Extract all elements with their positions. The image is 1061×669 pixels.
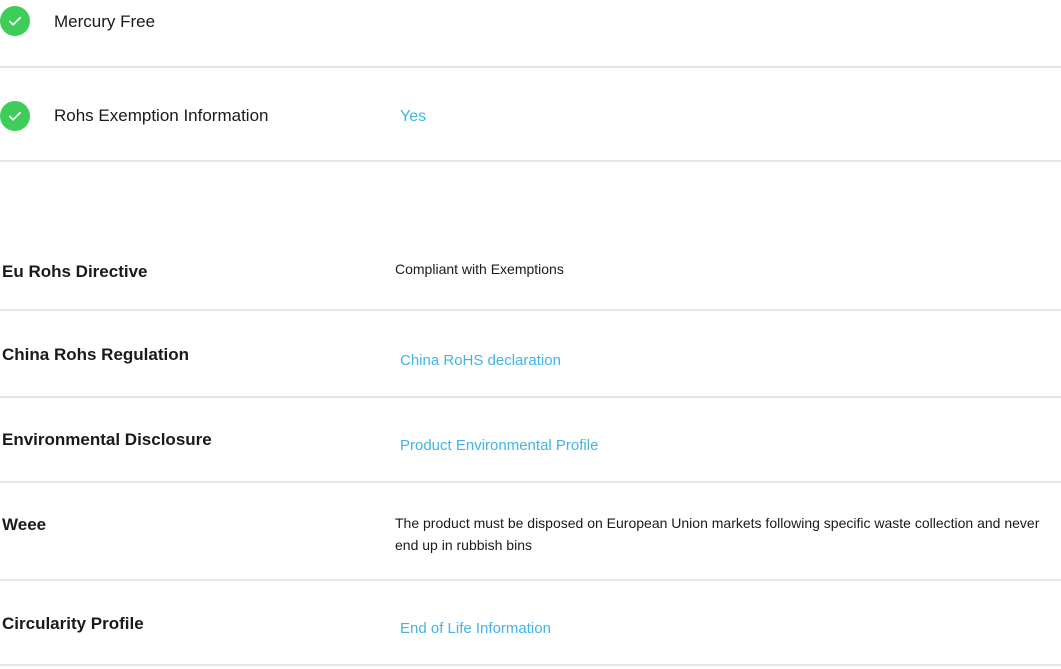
divider — [0, 481, 1061, 483]
divider — [0, 396, 1061, 398]
mercury-free-label: Mercury Free — [54, 12, 156, 31]
check-circle-icon — [0, 6, 30, 36]
product-environmental-profile-link[interactable]: Product Environmental Profile — [400, 437, 598, 454]
divider — [0, 160, 1061, 162]
divider — [0, 309, 1061, 311]
weee-label: Weee — [2, 515, 47, 534]
rohs-exemption-label: Rohs Exemption Information — [54, 106, 269, 125]
end-of-life-information-link[interactable]: End of Life Information — [400, 620, 551, 637]
divider — [0, 66, 1061, 68]
circularity-profile-label: Circularity Profile — [2, 614, 144, 633]
china-rohs-regulation-label: China Rohs Regulation — [2, 345, 189, 364]
weee-value: The product must be disposed on European… — [395, 515, 1040, 553]
environmental-disclosure-label: Environmental Disclosure — [2, 430, 212, 449]
divider — [0, 579, 1061, 581]
check-circle-icon — [0, 101, 30, 131]
china-rohs-declaration-link[interactable]: China RoHS declaration — [400, 352, 561, 369]
eu-rohs-directive-value: Compliant with Exemptions — [395, 261, 564, 277]
rohs-exemption-value-link[interactable]: Yes — [400, 108, 426, 126]
divider — [0, 664, 1061, 666]
eu-rohs-directive-label: Eu Rohs Directive — [2, 262, 148, 281]
